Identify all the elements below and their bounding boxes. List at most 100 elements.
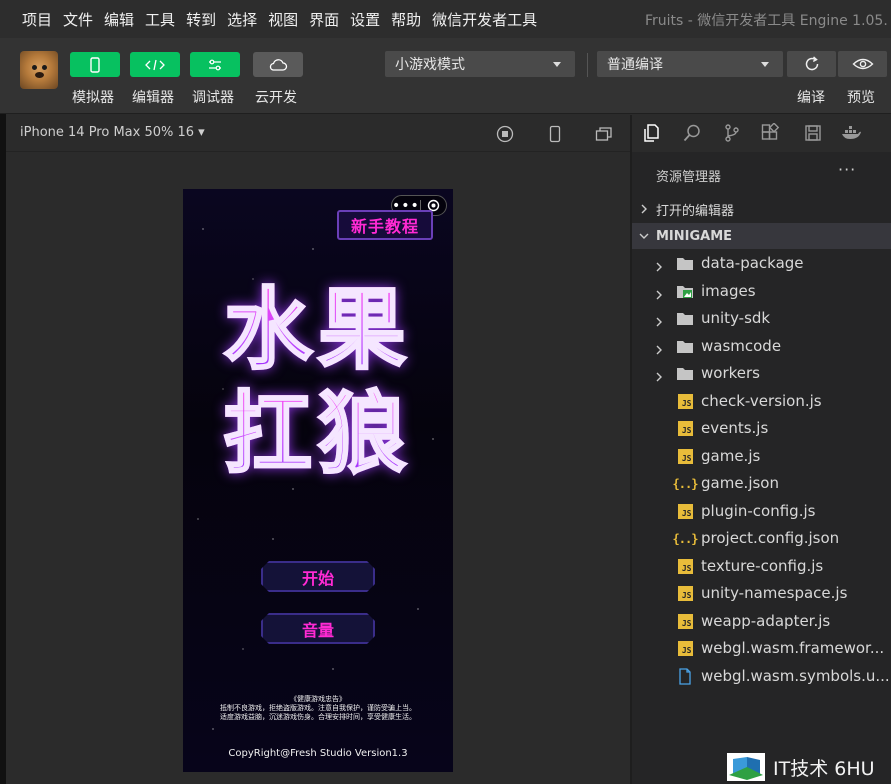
- editor-button[interactable]: [130, 52, 180, 77]
- open-editors-section[interactable]: 打开的编辑器: [632, 196, 891, 222]
- js-file-icon: JS: [676, 585, 694, 602]
- menu-item[interactable]: 微信开发者工具: [432, 9, 537, 30]
- window-title: Fruits - 微信开发者工具 Engine 1.05.: [645, 13, 888, 29]
- phone-screen[interactable]: ••• 新手教程 水果 扛狼 开始 音量 《健康游戏忠告》 抵制不良游戏，拒绝盗…: [183, 189, 453, 772]
- file-name: webgl.wasm.framewor...: [701, 639, 885, 657]
- file-name: workers: [701, 364, 760, 382]
- chevron-down-icon: [761, 62, 769, 67]
- compile-select-value: 普通编译: [607, 57, 663, 73]
- folder-icon: [676, 255, 694, 272]
- mode-select-value: 小游戏模式: [395, 57, 465, 73]
- more-icon[interactable]: •••: [392, 199, 420, 213]
- file-tree-item[interactable]: unity-sdk: [632, 305, 891, 332]
- menu-item[interactable]: 帮助: [391, 9, 421, 30]
- toolbar-divider: [587, 53, 588, 77]
- file-name: project.config.json: [701, 529, 840, 547]
- menu-item[interactable]: 设置: [350, 9, 380, 30]
- device-select[interactable]: iPhone 14 Pro Max 50% 16 ▾: [20, 125, 205, 140]
- health-notice: 《健康游戏忠告》 抵制不良游戏，拒绝盗版游戏。注意自我保护，谨防受骗上当。 适度…: [183, 695, 453, 722]
- avatar-eye: [42, 65, 47, 70]
- cloud-dev-button[interactable]: [253, 52, 303, 77]
- editor-label: 编辑器: [132, 90, 174, 106]
- start-button[interactable]: 开始: [261, 561, 375, 592]
- chevron-right-icon: [655, 313, 663, 331]
- menu-item[interactable]: 视图: [268, 9, 298, 30]
- file-tree-item[interactable]: JS texture-config.js: [632, 553, 891, 580]
- menu-item[interactable]: 选择: [227, 9, 257, 30]
- js-file-icon: JS: [676, 393, 694, 410]
- source-control-tab[interactable]: [721, 122, 743, 144]
- mode-select[interactable]: 小游戏模式: [385, 51, 575, 77]
- js-file-icon: JS: [676, 503, 694, 520]
- device-rotate-button[interactable]: [545, 124, 565, 144]
- file-tree-item[interactable]: {..} project.config.json: [632, 525, 891, 552]
- project-section[interactable]: MINIGAME: [632, 223, 891, 249]
- file-name: unity-sdk: [701, 309, 771, 327]
- file-name: images: [701, 281, 756, 300]
- file-tree-item[interactable]: JS webgl.wasm.framewor...: [632, 635, 891, 662]
- docker-tab[interactable]: [840, 122, 862, 144]
- simulator-button[interactable]: [70, 52, 120, 77]
- file-tree-item[interactable]: data-package: [632, 250, 891, 277]
- extensions-tab[interactable]: [759, 122, 781, 144]
- search-tab[interactable]: [681, 122, 703, 144]
- file-tree-item[interactable]: JS unity-namespace.js: [632, 580, 891, 607]
- menu-item[interactable]: 文件: [63, 9, 93, 30]
- chevron-right-icon: [655, 341, 663, 359]
- menu-item[interactable]: 转到: [186, 9, 216, 30]
- file-name: weapp-adapter.js: [701, 611, 831, 630]
- chevron-down-icon: [632, 232, 656, 240]
- file-tree-item[interactable]: JS game.js: [632, 443, 891, 470]
- json-file-icon: {..}: [672, 476, 699, 491]
- refresh-icon: [805, 56, 818, 71]
- folder-icon: [676, 365, 694, 382]
- more-actions-icon[interactable]: ···: [838, 160, 856, 179]
- file-tree-item[interactable]: images: [632, 278, 891, 305]
- menu-item[interactable]: 工具: [145, 9, 175, 30]
- file-tree-item[interactable]: workers: [632, 360, 891, 387]
- file-tree-item[interactable]: JS plugin-config.js: [632, 498, 891, 525]
- file-name: wasmcode: [701, 336, 782, 355]
- detach-window-button[interactable]: [594, 124, 614, 144]
- file-name: texture-config.js: [701, 556, 824, 575]
- file-tree-item[interactable]: JS events.js: [632, 415, 891, 442]
- js-file-icon: JS: [676, 420, 694, 437]
- menu-item[interactable]: 项目: [22, 9, 52, 30]
- debugger-button[interactable]: [190, 52, 240, 77]
- compile-button[interactable]: [787, 51, 836, 77]
- files-icon: [644, 124, 659, 142]
- device-icon: [549, 125, 561, 143]
- file-tree-item[interactable]: JS check-version.js: [632, 388, 891, 415]
- cloud-icon: [269, 58, 288, 71]
- start-button-label: 开始: [301, 568, 334, 588]
- docker-icon: [842, 126, 861, 139]
- health-notice-title: 《健康游戏忠告》: [290, 695, 346, 703]
- cloud-dev-label: 云开发: [255, 90, 297, 106]
- preview-button[interactable]: [838, 51, 887, 77]
- activity-bar: [632, 115, 891, 152]
- chevron-right-icon: [655, 286, 663, 304]
- stop-button[interactable]: [495, 124, 515, 144]
- explorer-tab[interactable]: [640, 122, 662, 144]
- file-name: check-version.js: [701, 391, 822, 410]
- js-file-icon: JS: [676, 448, 694, 465]
- file-tree-item[interactable]: webgl.wasm.symbols.u...: [632, 663, 891, 690]
- volume-button[interactable]: 音量: [261, 613, 375, 644]
- health-notice-line: 抵制不良游戏，拒绝盗版游戏。注意自我保护，谨防受骗上当。: [220, 704, 416, 712]
- tutorial-button[interactable]: 新手教程: [337, 210, 433, 240]
- explorer-title: 资源管理器: [656, 170, 722, 185]
- eye-icon: [851, 58, 874, 70]
- menu-item[interactable]: 编辑: [104, 9, 134, 30]
- extensions-icon: [761, 123, 780, 140]
- chevron-right-icon: [655, 258, 663, 276]
- watermark: IT技术 6HU: [727, 750, 891, 784]
- file-tree-item[interactable]: {..} game.json: [632, 470, 891, 497]
- storage-tab[interactable]: [802, 122, 824, 144]
- watermark-logo-icon: [727, 753, 765, 781]
- project-label: MINIGAME: [656, 228, 733, 244]
- avatar[interactable]: [20, 51, 58, 89]
- file-tree-item[interactable]: JS weapp-adapter.js: [632, 608, 891, 635]
- compile-mode-select[interactable]: 普通编译: [597, 51, 783, 77]
- menu-item[interactable]: 界面: [309, 9, 339, 30]
- file-tree-item[interactable]: wasmcode: [632, 333, 891, 360]
